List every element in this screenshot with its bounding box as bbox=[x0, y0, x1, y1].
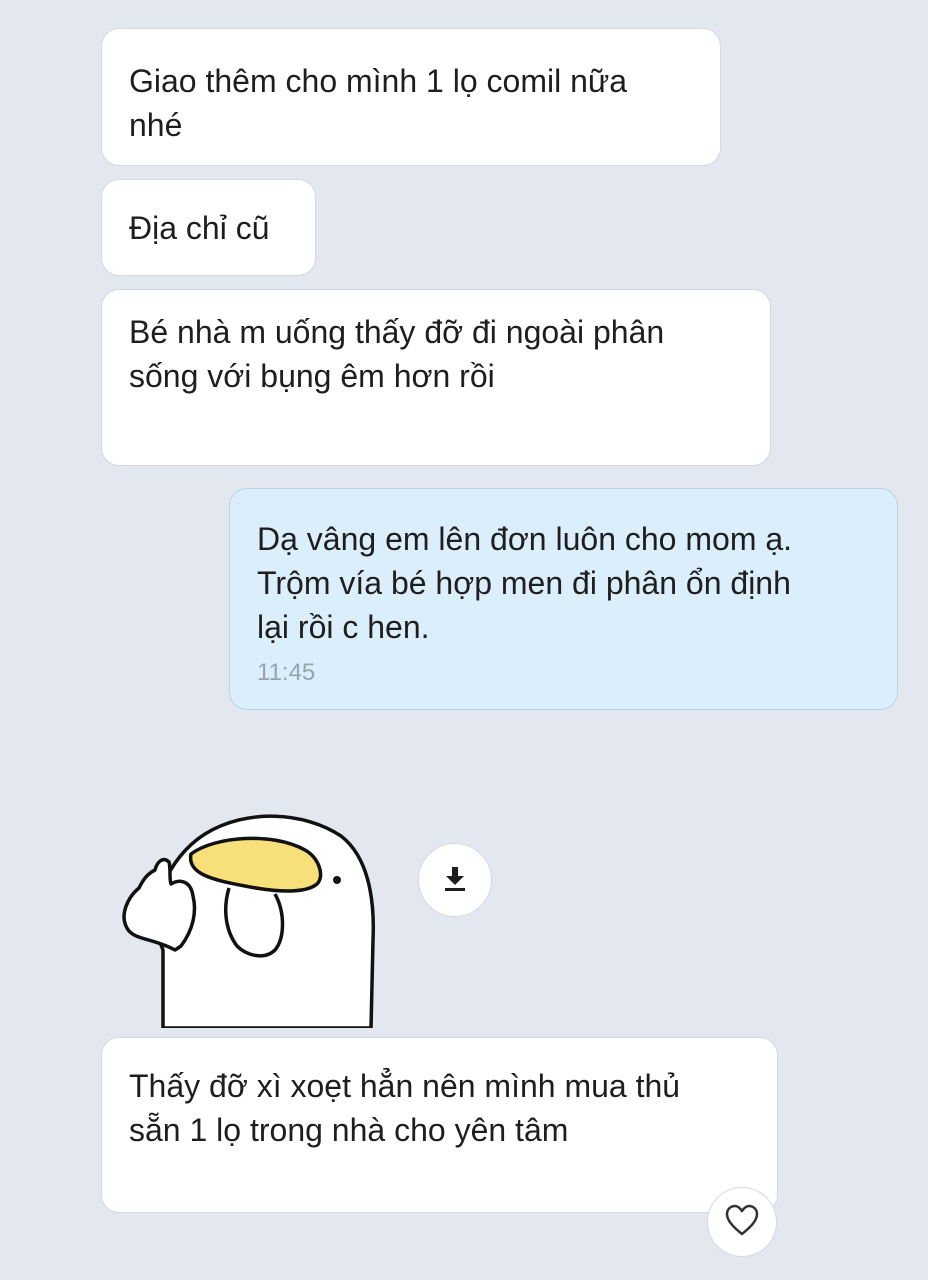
message-bubble-incoming[interactable]: Địa chỉ cũ bbox=[101, 179, 316, 276]
message-text: Thấy đỡ xì xoẹt hẳn nên mình mua thủ sẵn… bbox=[129, 1068, 681, 1148]
message-bubble-incoming[interactable]: Bé nhà m uống thấy đỡ đi ngoài phân sống… bbox=[101, 289, 771, 466]
message-bubble-incoming[interactable]: Giao thêm cho mình 1 lọ comil nữa nhé bbox=[101, 28, 721, 166]
sticker-drawing bbox=[122, 814, 376, 1030]
message-timestamp: 11:45 bbox=[257, 659, 316, 686]
download-button[interactable] bbox=[418, 843, 492, 917]
message-text: Dạ vâng em lên đơn luôn cho mom ạ. Trộm … bbox=[257, 521, 793, 645]
message-text: Giao thêm cho mình 1 lọ comil nữa nhé bbox=[129, 63, 628, 143]
message-text: Bé nhà m uống thấy đỡ đi ngoài phân sống… bbox=[129, 314, 665, 394]
sticker-image[interactable] bbox=[105, 800, 395, 1030]
like-button[interactable] bbox=[707, 1187, 777, 1257]
download-icon bbox=[441, 864, 469, 897]
heart-icon bbox=[724, 1203, 760, 1242]
message-bubble-outgoing[interactable]: Dạ vâng em lên đơn luôn cho mom ạ. Trộm … bbox=[229, 488, 898, 710]
message-text: Địa chỉ cũ bbox=[129, 210, 270, 246]
message-bubble-incoming[interactable]: Thấy đỡ xì xoẹt hẳn nên mình mua thủ sẵn… bbox=[101, 1037, 778, 1213]
